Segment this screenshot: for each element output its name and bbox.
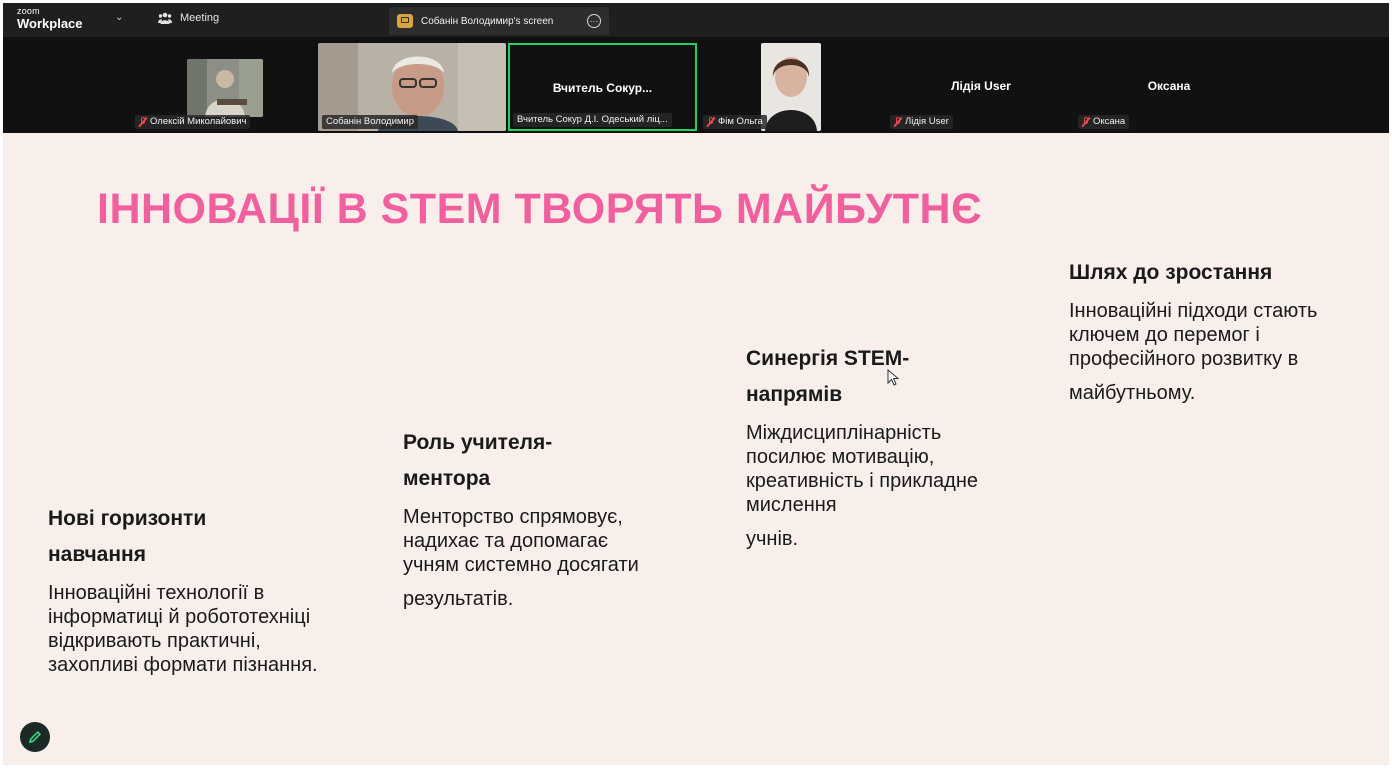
- participant-name-label: Собанін Володимир: [322, 115, 419, 129]
- participant-name-label: Фім Ольга: [703, 115, 767, 129]
- logo-top-text: zoom: [17, 6, 40, 16]
- column-heading: Роль учителя- ментора: [403, 431, 553, 490]
- meeting-icon: [158, 12, 172, 24]
- participant-name-label: Вчитель Сокур Д.І. Одеський ліц...: [513, 113, 672, 127]
- participant-tile[interactable]: Лідія User Лідія User: [887, 43, 1075, 131]
- meeting-label: Meeting: [180, 12, 220, 24]
- column-heading: Шлях до зростання: [1069, 261, 1273, 284]
- participant-video: [187, 59, 263, 117]
- mic-off-icon: [894, 117, 902, 127]
- chevron-down-icon[interactable]: ⌄: [115, 12, 123, 23]
- edit-icon[interactable]: [20, 722, 50, 752]
- screen-share-icon: [397, 14, 413, 28]
- zoom-workplace-logo[interactable]: zoom Workplace: [17, 6, 83, 31]
- participant-name-label: Олексій Миколайович: [135, 115, 251, 129]
- column-body: Інноваційні підходи стають ключем до пер…: [1069, 300, 1318, 404]
- column-body: Інноваційні технології в інформатиці й р…: [48, 582, 318, 676]
- participant-tile[interactable]: Олексій Миколайович: [131, 43, 311, 131]
- participant-center-name: Оксана: [1147, 79, 1191, 93]
- participant-tile-active-speaker[interactable]: Вчитель Сокур... Вчитель Сокур Д.І. Одес…: [508, 43, 697, 131]
- slide-column-teacher-mentor: Роль учителя- ментора Менторство спрямов…: [403, 425, 673, 611]
- participant-center-name: Лідія User: [951, 79, 1011, 93]
- participant-strip: Олексій Миколайович Собанін Володимир Вч…: [3, 37, 1389, 133]
- slide-title: ІННОВАЦІЇ В STEM ТВОРЯТЬ МАЙБУТНЄ: [97, 185, 983, 233]
- participant-center-name: Вчитель Сокур...: [552, 81, 653, 95]
- shared-slide[interactable]: ІННОВАЦІЇ В STEM ТВОРЯТЬ МАЙБУТНЄ Нові г…: [3, 133, 1389, 765]
- shared-screen-tab[interactable]: Собанін Володимир's screen ⋯: [389, 7, 609, 35]
- slide-column-new-horizons: Нові горизонти навчання Інноваційні техн…: [48, 501, 358, 677]
- participant-name-label: Лідія User: [890, 115, 953, 129]
- zoom-window: zoom Workplace ⌄ Meeting Собанін Володим…: [3, 3, 1389, 765]
- participant-name-label: Оксана: [1078, 115, 1130, 129]
- column-body: Міждисциплінарність посилює мотивацію, к…: [746, 422, 978, 550]
- top-bar: zoom Workplace ⌄ Meeting Собанін Володим…: [3, 3, 1389, 37]
- mic-off-icon: [139, 117, 147, 127]
- slide-column-growth-path: Шлях до зростання Інноваційні підходи ст…: [1069, 255, 1359, 405]
- mic-off-icon: [1082, 117, 1090, 127]
- mouse-cursor-icon: [887, 369, 900, 386]
- column-heading: Нові горизонти навчання: [48, 507, 207, 566]
- mic-off-icon: [707, 117, 715, 127]
- meeting-button[interactable]: Meeting: [158, 12, 219, 24]
- participant-tile[interactable]: Фім Ольга: [699, 43, 887, 131]
- more-icon[interactable]: ⋯: [587, 14, 601, 28]
- column-body: Менторство спрямовує, надихає та допомаг…: [403, 506, 639, 610]
- logo-bottom-text: Workplace: [17, 16, 83, 31]
- shared-screen-tab-label: Собанін Володимир's screen: [421, 15, 554, 27]
- participant-tile[interactable]: Оксана Оксана: [1075, 43, 1263, 131]
- participant-tile[interactable]: Собанін Володимир: [318, 43, 506, 131]
- participant-video: [761, 43, 821, 131]
